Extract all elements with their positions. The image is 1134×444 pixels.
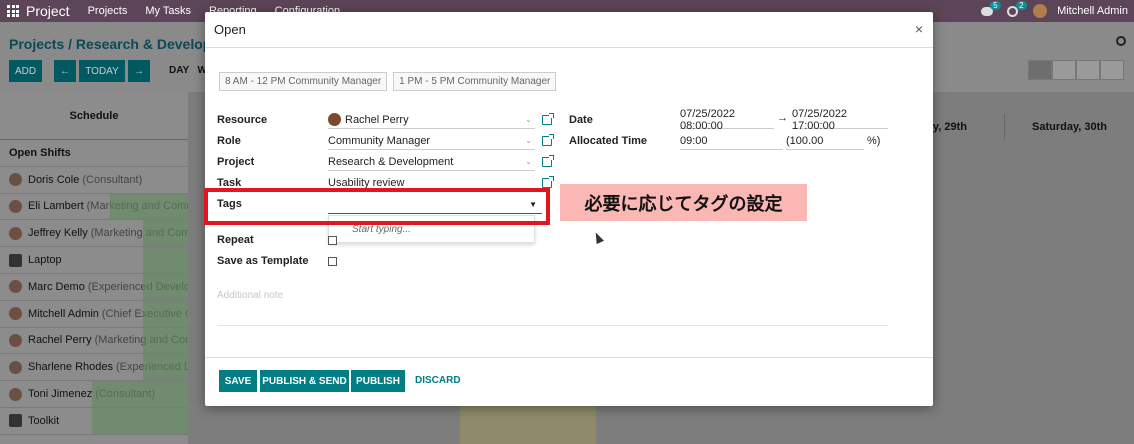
add-button[interactable]: ADD — [9, 60, 42, 82]
additional-note-field[interactable]: Additional note — [217, 290, 888, 326]
avatar — [9, 280, 22, 294]
template-buttons: 8 AM - 12 PM Community Manager 1 PM - 5 … — [219, 72, 557, 91]
avatar — [9, 307, 22, 321]
dialog-footer: SAVE PUBLISH & SEND PUBLISH DISCARD — [205, 357, 933, 406]
chat-count-badge: 5 — [990, 1, 1001, 10]
gantt-view-icon[interactable] — [1028, 60, 1052, 80]
template-button-afternoon[interactable]: 1 PM - 5 PM Community Manager — [393, 72, 557, 91]
breadcrumb[interactable]: Projects / Research & Developme — [9, 36, 232, 52]
gantt-row[interactable]: Sharlene Rhodes(Experienced Develo — [0, 354, 188, 382]
next-button[interactable]: → — [128, 60, 150, 82]
close-icon[interactable]: × — [915, 21, 923, 37]
activity-button[interactable]: 2 — [1007, 1, 1027, 18]
role-field[interactable]: Community Manager ⌄ — [328, 132, 535, 150]
activity-count-badge: 2 — [1016, 1, 1027, 10]
save-button[interactable]: SAVE — [219, 370, 257, 392]
avatar — [9, 226, 22, 240]
template-button-morning[interactable]: 8 AM - 12 PM Community Manager — [219, 72, 388, 91]
external-link-icon[interactable] — [542, 155, 554, 167]
note-placeholder: Additional note — [217, 290, 284, 301]
chevron-down-icon: ⌄ — [525, 136, 532, 145]
annotation-caption: 必要に応じてタグの設定 — [560, 184, 807, 221]
repeat-checkbox[interactable] — [328, 236, 337, 245]
user-name[interactable]: Mitchell Admin — [1057, 5, 1128, 17]
chevron-down-icon: ⌄ — [525, 115, 532, 124]
publish-button[interactable]: PUBLISH — [351, 370, 405, 392]
list-view-icon[interactable] — [1076, 60, 1100, 80]
search-icon[interactable] — [1116, 36, 1126, 46]
gantt-row[interactable]: Laptop — [0, 247, 188, 274]
percent-label: %) — [867, 135, 881, 147]
date-label: Date — [569, 114, 593, 126]
gantt-row[interactable]: Toni Jimenez(Consultant) — [0, 381, 188, 408]
repeat-label: Repeat — [217, 234, 254, 246]
gantt-row[interactable]: Rachel Perry(Marketing and Commun — [0, 327, 188, 355]
dialog-title: Open — [214, 22, 246, 37]
pivot-view-icon[interactable] — [1100, 60, 1124, 80]
prev-button[interactable]: ← — [54, 60, 76, 82]
menu-projects[interactable]: Projects — [88, 5, 128, 17]
gantt-row[interactable]: Open Shifts — [0, 140, 188, 167]
external-link-icon[interactable] — [542, 113, 554, 125]
gantt-row[interactable]: Mitchell Admin(Chief Executive Offic — [0, 300, 188, 328]
gantt-row[interactable]: Toolkit — [0, 407, 188, 435]
role-label: Role — [217, 135, 241, 147]
app-brand[interactable]: Project — [26, 3, 70, 19]
gantt-sidebar: Schedule Open Shifts Doris Cole (Consulta… — [0, 92, 188, 444]
discard-button[interactable]: DISCARD — [415, 375, 461, 386]
gantt-row[interactable]: Jeffrey Kelly(Marketing and Commun — [0, 220, 188, 248]
publish-send-button[interactable]: PUBLISH & SEND — [260, 370, 349, 392]
apps-menu-icon[interactable] — [7, 5, 19, 17]
wrench-icon — [9, 414, 22, 428]
dialog-header: Open × — [205, 12, 933, 48]
avatar — [328, 113, 341, 126]
gantt-row[interactable]: Doris Cole (Consultant) — [0, 167, 188, 194]
allocated-time-field[interactable]: 09:00 — [680, 132, 783, 150]
project-field[interactable]: Research & Development ⌄ — [328, 153, 535, 171]
view-switcher — [1028, 60, 1124, 80]
save-template-label: Save as Template — [217, 255, 309, 267]
column-header: Saturday, 30th — [1004, 114, 1134, 140]
menu-my-tasks[interactable]: My Tasks — [145, 5, 191, 17]
resource-field[interactable]: Rachel Perry ⌄ — [328, 111, 535, 129]
allocated-time-label: Allocated Time — [569, 135, 648, 147]
wrench-icon — [9, 253, 22, 267]
day-scale-button[interactable]: DAY W — [169, 65, 207, 76]
chat-button[interactable]: 5 — [981, 1, 1001, 18]
calendar-view-icon[interactable] — [1052, 60, 1076, 80]
arrow-right-icon: → — [777, 112, 788, 124]
tags-highlight-box — [204, 188, 550, 225]
gantt-row[interactable]: Eli Lambert(Marketing and Commun — [0, 193, 188, 221]
schedule-header: Schedule — [0, 92, 188, 140]
avatar — [9, 173, 22, 187]
allocated-percentage-field[interactable]: (100.00 — [786, 132, 864, 150]
avatar — [9, 333, 22, 347]
date-end-field[interactable]: 07/25/2022 17:00:00 — [792, 108, 888, 132]
date-start-field[interactable]: 07/25/2022 08:00:00 — [680, 108, 774, 132]
project-label: Project — [217, 156, 255, 168]
avatar — [9, 360, 22, 374]
avatar — [9, 199, 22, 213]
chevron-down-icon: ⌄ — [525, 157, 532, 166]
today-button[interactable]: TODAY — [79, 60, 125, 82]
save-template-checkbox[interactable] — [328, 257, 337, 266]
external-link-icon[interactable] — [542, 176, 554, 188]
avatar — [9, 387, 22, 401]
resource-label: Resource — [217, 114, 268, 126]
gantt-row[interactable]: Marc Demo(Experienced Developer) — [0, 273, 188, 301]
user-avatar[interactable] — [1033, 4, 1048, 18]
external-link-icon[interactable] — [542, 134, 554, 146]
